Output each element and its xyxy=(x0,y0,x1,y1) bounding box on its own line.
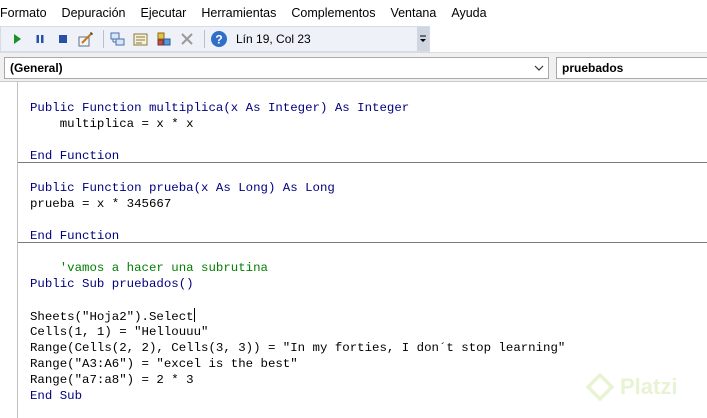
toolbox-icon[interactable] xyxy=(177,29,197,49)
code-line: Public Function prueba(x As Long) As Lon… xyxy=(30,180,335,196)
cursor-position-status: Lín 19, Col 23 xyxy=(236,32,311,46)
code-text: End Function xyxy=(30,229,120,243)
object-combo[interactable]: (General) xyxy=(4,57,549,79)
project-explorer-icon[interactable] xyxy=(108,29,128,49)
code-line: End Sub xyxy=(30,388,82,404)
procedure-separator xyxy=(18,162,707,163)
pause-icon[interactable] xyxy=(30,29,50,49)
platzi-logo-icon xyxy=(586,373,614,401)
design-mode-icon[interactable] xyxy=(76,29,96,49)
code-text: multiplica = x * x xyxy=(30,117,194,131)
code-text: Range(Cells(2, 2), Cells(3, 3)) = "In my… xyxy=(30,341,566,355)
toolbar-separator xyxy=(103,30,104,48)
toolbar-overflow-button[interactable] xyxy=(417,27,429,51)
menu-ejecutar[interactable]: Ejecutar xyxy=(140,6,186,20)
code-line: prueba = x * 345667 xyxy=(30,196,171,212)
code-text: prueba = x * 345667 xyxy=(30,197,172,211)
code-text: Sheets("Hoja2").Select xyxy=(30,310,194,324)
stop-icon[interactable] xyxy=(53,29,73,49)
menu-ayuda[interactable]: Ayuda xyxy=(451,6,486,20)
watermark-text: Platzi xyxy=(620,374,678,399)
toolbar-separator xyxy=(204,30,205,48)
procedure-separator xyxy=(18,242,707,243)
procedure-combo[interactable]: pruebados xyxy=(556,57,707,79)
code-text: Range("a7:a8") = 2 * 3 xyxy=(30,373,194,387)
svg-text:?: ? xyxy=(215,33,222,47)
menu-herramientas[interactable]: Herramientas xyxy=(201,6,276,20)
code-line: Range(Cells(2, 2), Cells(3, 3)) = "In my… xyxy=(30,340,565,356)
code-text: End Function xyxy=(30,149,120,163)
object-combo-value: (General) xyxy=(10,61,63,75)
menu-bar: Formato Depuración Ejecutar Herramientas… xyxy=(0,0,707,26)
code-text: Public Sub pruebados() xyxy=(30,277,194,291)
menu-formato[interactable]: Formato xyxy=(0,6,47,20)
code-line: 'vamos a hacer una subrutina xyxy=(30,260,268,276)
code-text: Public Function prueba(x As Long) As Lon… xyxy=(30,181,335,195)
text-caret xyxy=(193,308,195,322)
code-window-header: (General) pruebados xyxy=(0,52,707,82)
standard-toolbar: ? Lín 19, Col 23 xyxy=(0,26,430,52)
margin-indicator-bar[interactable] xyxy=(0,82,18,418)
run-icon[interactable] xyxy=(7,29,27,49)
code-text: Range("A3:A6") = "excel is the best" xyxy=(30,357,298,371)
code-editor[interactable]: Public Function multiplica(x As Integer)… xyxy=(0,82,707,418)
code-line: Public Sub pruebados() xyxy=(30,276,194,292)
code-text: Public Function multiplica(x As Integer)… xyxy=(30,101,410,115)
code-line: multiplica = x * x xyxy=(30,116,194,132)
code-line: Range("A3:A6") = "excel is the best" xyxy=(30,356,298,372)
properties-icon[interactable] xyxy=(131,29,151,49)
code-line: Sheets("Hoja2").Select xyxy=(30,308,195,325)
help-icon[interactable]: ? xyxy=(209,29,229,49)
code-comment: 'vamos a hacer una subrutina xyxy=(30,261,268,275)
menu-complementos[interactable]: Complementos xyxy=(291,6,375,20)
procedure-combo-value: pruebados xyxy=(562,61,624,75)
menu-depuracion[interactable]: Depuración xyxy=(62,6,126,20)
code-line: Cells(1, 1) = "Hellouuu" xyxy=(30,324,208,340)
platzi-watermark: Platzi xyxy=(586,373,677,401)
code-text: End Sub xyxy=(30,389,83,403)
chevron-down-icon[interactable] xyxy=(530,58,548,78)
code-line: Range("a7:a8") = 2 * 3 xyxy=(30,372,194,388)
code-text: Cells(1, 1) = "Hellouuu" xyxy=(30,325,209,339)
code-line: Public Function multiplica(x As Integer)… xyxy=(30,100,409,116)
menu-ventana[interactable]: Ventana xyxy=(390,6,436,20)
object-browser-icon[interactable] xyxy=(154,29,174,49)
